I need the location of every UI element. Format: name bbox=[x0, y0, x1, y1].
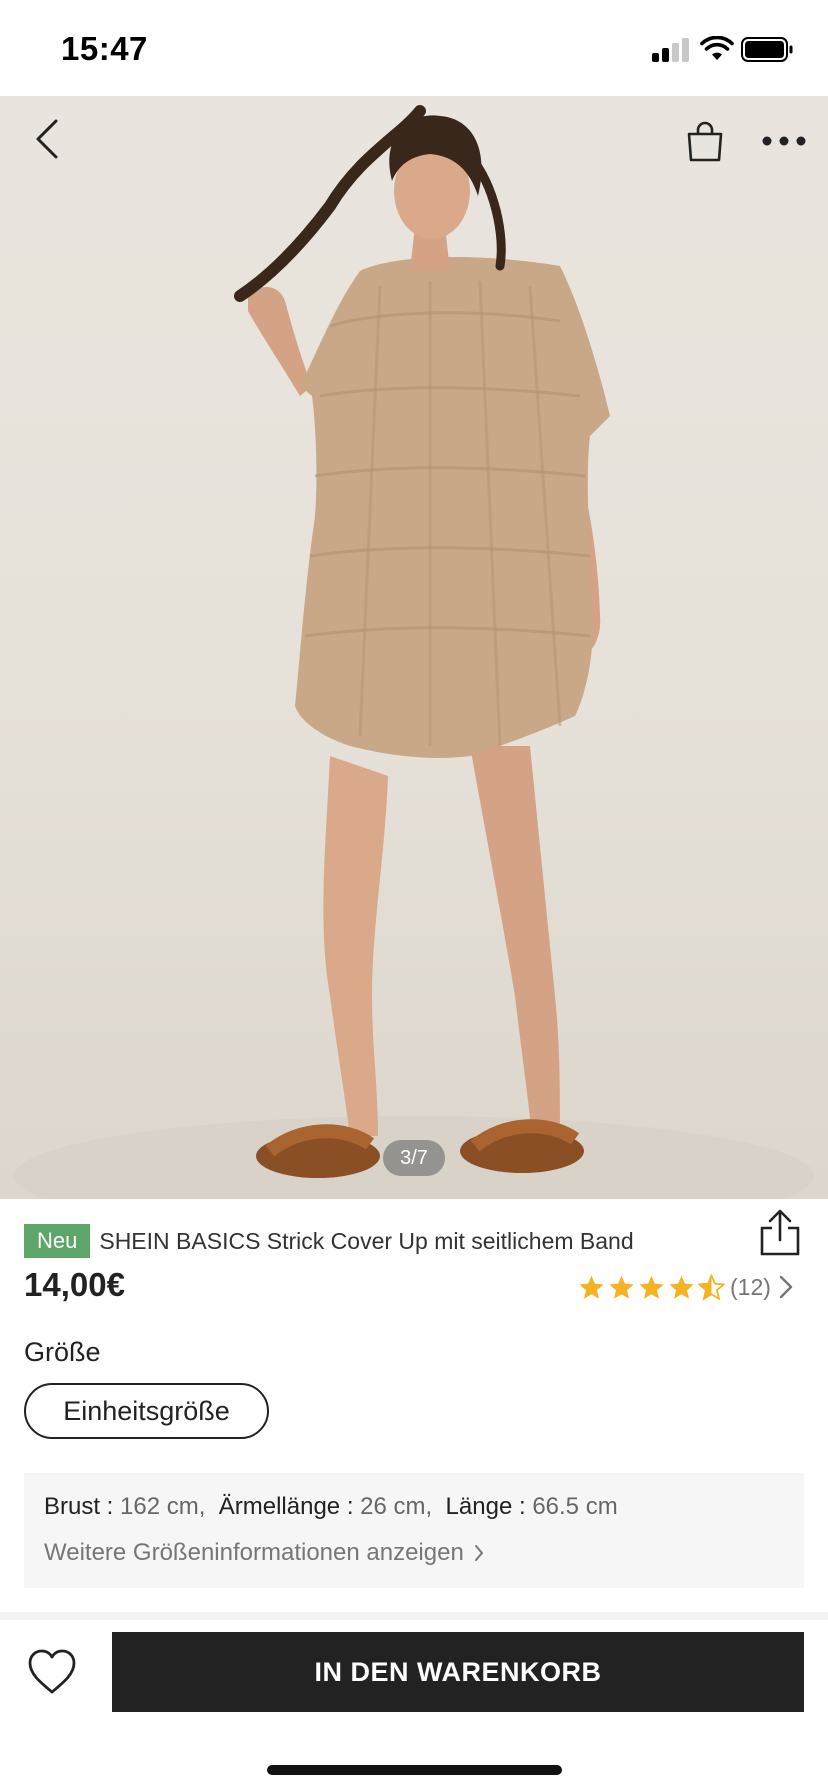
size-option-one-size[interactable]: Einheitsgröße bbox=[24, 1383, 269, 1439]
rating-count: (12) bbox=[730, 1273, 771, 1300]
chevron-left-icon bbox=[36, 119, 58, 159]
wishlist-button[interactable] bbox=[26, 1648, 78, 1696]
star-half-icon bbox=[698, 1273, 725, 1301]
gallery-pager: 3/7 bbox=[383, 1140, 445, 1176]
measurements-line: Brust : 162 cm, Ärmellänge : 26 cm, Läng… bbox=[44, 1493, 618, 1520]
product-title-row: Neu SHEIN BASICS Strick Cover Up mit sei… bbox=[24, 1224, 724, 1258]
size-label: Größe bbox=[24, 1337, 101, 1367]
status-bar: 15:47 bbox=[0, 0, 828, 96]
share-button[interactable] bbox=[756, 1208, 804, 1258]
heart-icon bbox=[28, 1649, 76, 1694]
star-icon bbox=[639, 1275, 664, 1299]
add-to-cart-button[interactable]: IN DEN WARENKORB bbox=[112, 1632, 804, 1712]
more-horizontal-icon bbox=[762, 136, 806, 146]
share-icon bbox=[760, 1209, 800, 1256]
rating-summary[interactable]: (12) bbox=[578, 1270, 793, 1304]
battery-icon bbox=[741, 37, 793, 62]
section-divider bbox=[0, 1612, 828, 1620]
home-indicator[interactable] bbox=[267, 1765, 562, 1775]
measurement-value: 162 cm bbox=[120, 1493, 199, 1520]
more-options-button[interactable] bbox=[756, 116, 812, 166]
star-icon bbox=[669, 1275, 694, 1299]
size-measurements-box: Brust : 162 cm, Ärmellänge : 26 cm, Läng… bbox=[24, 1473, 804, 1588]
measurement-value: 66.5 cm bbox=[532, 1493, 618, 1520]
more-size-info-link[interactable]: Weitere Größeninformationen anzeigen bbox=[44, 1539, 484, 1567]
measurement-key: Länge bbox=[445, 1493, 513, 1520]
chevron-right-icon bbox=[779, 1275, 793, 1299]
measurement-value: 26 cm bbox=[360, 1493, 426, 1520]
shopping-bag-button[interactable] bbox=[680, 116, 730, 166]
star-icon bbox=[579, 1275, 604, 1299]
measurement-key: Brust bbox=[44, 1493, 101, 1520]
status-time: 15:47 bbox=[61, 30, 148, 67]
chevron-right-icon bbox=[474, 1545, 483, 1561]
shopping-bag-icon bbox=[687, 121, 723, 162]
wifi-icon bbox=[700, 36, 734, 60]
product-image-gallery[interactable]: 3/7 bbox=[0, 96, 828, 1199]
product-photo bbox=[14, 105, 814, 1199]
more-size-info-label: Weitere Größeninformationen anzeigen bbox=[44, 1539, 464, 1566]
star-icon bbox=[609, 1275, 634, 1299]
cellular-signal-icon bbox=[652, 38, 692, 62]
measurement-key: Ärmellänge bbox=[218, 1493, 341, 1520]
product-title: SHEIN BASICS Strick Cover Up mit seitlic… bbox=[99, 1227, 634, 1254]
new-badge: Neu bbox=[24, 1224, 91, 1258]
product-price: 14,00€ bbox=[24, 1266, 125, 1303]
back-button[interactable] bbox=[22, 114, 72, 164]
